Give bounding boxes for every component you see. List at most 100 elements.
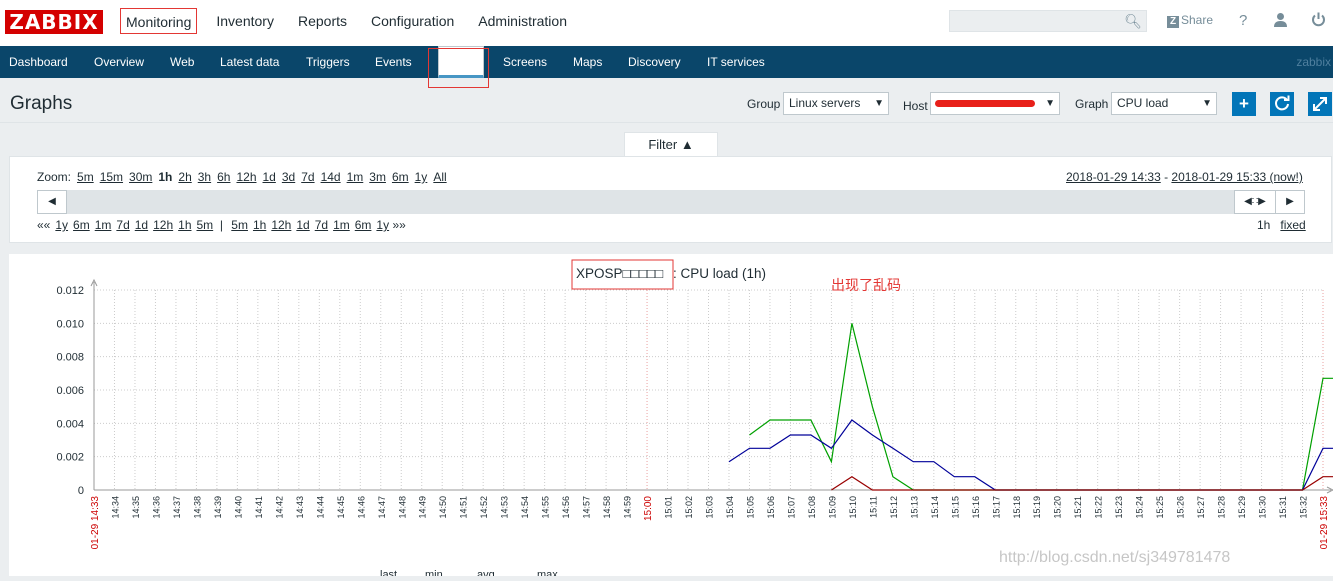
legend-header-min: min bbox=[425, 569, 443, 576]
zabbix-logo[interactable]: ZABBIX bbox=[5, 10, 103, 34]
series-line-3 bbox=[831, 477, 1333, 490]
subnav-it-services[interactable]: IT services bbox=[707, 46, 765, 78]
nav-back-1y[interactable]: 1y bbox=[55, 218, 68, 232]
x-tick-label: 15:15 bbox=[950, 496, 960, 519]
nav-back-1m[interactable]: 1m bbox=[95, 218, 112, 232]
filter-toggle-tab[interactable]: Filter ▲ bbox=[624, 132, 718, 157]
subnav-latest-data[interactable]: Latest data bbox=[220, 46, 279, 78]
zoom-option-15m[interactable]: 15m bbox=[100, 170, 123, 184]
zoom-option-3h[interactable]: 3h bbox=[198, 170, 211, 184]
subnav-screens[interactable]: Screens bbox=[503, 46, 547, 78]
host-select[interactable]: ▼ bbox=[930, 92, 1060, 115]
nav-forward-1y[interactable]: 1y bbox=[376, 218, 389, 232]
subnav-maps[interactable]: Maps bbox=[573, 46, 602, 78]
menu-administration[interactable]: Administration bbox=[473, 8, 572, 34]
scroll-left-button[interactable]: ◀ bbox=[37, 190, 67, 214]
nav-back-12h[interactable]: 12h bbox=[153, 218, 173, 232]
period-navigation: ««1y6m1m7d1d12h1h5m | 5m1h12h1d7d1m6m1y … bbox=[37, 218, 406, 232]
nav-forward-6m[interactable]: 6m bbox=[355, 218, 372, 232]
scroll-right-button[interactable]: ▶ bbox=[1275, 190, 1305, 214]
nav-forward-1d[interactable]: 1d bbox=[296, 218, 309, 232]
nav-back-7d[interactable]: 7d bbox=[116, 218, 129, 232]
search-input[interactable]: 🔍︎ bbox=[949, 10, 1147, 32]
zoom-option-1d[interactable]: 1d bbox=[263, 170, 276, 184]
x-tick-label: 15:04 bbox=[725, 496, 735, 519]
x-tick-label: 14:52 bbox=[479, 496, 489, 519]
nav-back-6m[interactable]: 6m bbox=[73, 218, 90, 232]
x-tick-label: 15:08 bbox=[807, 496, 817, 519]
nav-forward-1h[interactable]: 1h bbox=[253, 218, 266, 232]
refresh-button[interactable] bbox=[1270, 92, 1294, 116]
fullscreen-button[interactable] bbox=[1308, 92, 1332, 116]
y-tick-label: 0.008 bbox=[56, 352, 84, 364]
x-tick-label: 14:49 bbox=[418, 496, 428, 519]
x-tick-label: 15:00 bbox=[643, 496, 654, 521]
x-tick-label: 15:31 bbox=[1278, 496, 1288, 519]
zoom-option-14d[interactable]: 14d bbox=[321, 170, 341, 184]
arrow-left-icon: ◀ bbox=[48, 196, 56, 207]
time-scrollbar[interactable] bbox=[37, 190, 1305, 214]
graph-label: Graph bbox=[1075, 97, 1108, 111]
help-icon[interactable]: ? bbox=[1239, 12, 1247, 29]
redacted-host-scribble bbox=[935, 100, 1035, 107]
graph-select[interactable]: CPU load▼ bbox=[1111, 92, 1217, 115]
zoom-option-All[interactable]: All bbox=[433, 170, 446, 184]
x-tick-label: 15:24 bbox=[1135, 496, 1145, 519]
subnav-overview[interactable]: Overview bbox=[94, 46, 144, 78]
scroll-handle[interactable]: ◀∷▶ bbox=[1234, 190, 1276, 214]
subnav-triggers[interactable]: Triggers bbox=[306, 46, 350, 78]
nav-forward-7d[interactable]: 7d bbox=[315, 218, 328, 232]
zoom-option-12h[interactable]: 12h bbox=[236, 170, 256, 184]
x-tick-label: 14:56 bbox=[561, 496, 571, 519]
add-to-favorites-button[interactable]: + bbox=[1232, 92, 1256, 116]
nav-forward-1m[interactable]: 1m bbox=[333, 218, 350, 232]
zoom-option-3d[interactable]: 3d bbox=[282, 170, 295, 184]
x-tick-label: 01-29 15:33 bbox=[1319, 496, 1330, 550]
x-tick-label: 14:44 bbox=[315, 496, 325, 519]
nav-forward-12h[interactable]: 12h bbox=[271, 218, 291, 232]
share-button[interactable]: ZShare bbox=[1167, 13, 1213, 28]
zoom-option-6m[interactable]: 6m bbox=[392, 170, 409, 184]
x-tick-label: 15:32 bbox=[1299, 496, 1309, 519]
zoom-option-1h[interactable]: 1h bbox=[158, 170, 172, 184]
menu-configuration[interactable]: Configuration bbox=[366, 8, 459, 34]
x-tick-label: 15:05 bbox=[745, 496, 755, 519]
zoom-option-1m[interactable]: 1m bbox=[347, 170, 364, 184]
subnav-events[interactable]: Events bbox=[375, 46, 412, 78]
menu-inventory[interactable]: Inventory bbox=[211, 8, 279, 34]
nav-back-1d[interactable]: 1d bbox=[135, 218, 148, 232]
nav-back-5m[interactable]: 5m bbox=[197, 218, 214, 232]
subnav-discovery[interactable]: Discovery bbox=[628, 46, 681, 78]
nav-forward-5m[interactable]: 5m bbox=[231, 218, 248, 232]
subnav-dashboard[interactable]: Dashboard bbox=[9, 46, 68, 78]
zoom-option-2h[interactable]: 2h bbox=[178, 170, 191, 184]
server-brand-label: zabbix bbox=[1296, 55, 1331, 69]
refresh-icon bbox=[1270, 92, 1294, 116]
x-tick-label: 14:43 bbox=[295, 496, 305, 519]
zoom-option-1y[interactable]: 1y bbox=[415, 170, 428, 184]
subnav-web[interactable]: Web bbox=[170, 46, 194, 78]
group-select[interactable]: Linux servers▼ bbox=[783, 92, 889, 115]
zoom-option-3m[interactable]: 3m bbox=[369, 170, 386, 184]
x-tick-label: 15:21 bbox=[1073, 496, 1083, 519]
sign-out-icon[interactable] bbox=[1311, 12, 1326, 31]
x-tick-label: 15:16 bbox=[971, 496, 981, 519]
zoom-option-5m[interactable]: 5m bbox=[77, 170, 94, 184]
legend-header-avg: avg bbox=[477, 569, 495, 576]
x-tick-label: 15:06 bbox=[766, 496, 776, 519]
x-tick-label: 14:39 bbox=[213, 496, 223, 519]
zoom-option-7d[interactable]: 7d bbox=[301, 170, 314, 184]
nav-back-1h[interactable]: 1h bbox=[178, 218, 191, 232]
menu-monitoring[interactable]: Monitoring bbox=[120, 8, 197, 34]
zoom-option-6h[interactable]: 6h bbox=[217, 170, 230, 184]
drag-handle-icon: ◀∷▶ bbox=[1244, 196, 1266, 207]
menu-reports[interactable]: Reports bbox=[293, 8, 352, 34]
zoom-option-30m[interactable]: 30m bbox=[129, 170, 152, 184]
user-profile-icon[interactable] bbox=[1273, 12, 1288, 31]
arrow-right-icon: ▶ bbox=[1286, 196, 1294, 207]
page-title: Graphs bbox=[10, 93, 72, 115]
fixed-toggle[interactable]: fixed bbox=[1280, 218, 1305, 232]
period-fixed: 1h fixed bbox=[1257, 218, 1306, 232]
search-icon[interactable]: 🔍︎ bbox=[1124, 13, 1142, 30]
x-tick-label: 14:46 bbox=[356, 496, 366, 519]
